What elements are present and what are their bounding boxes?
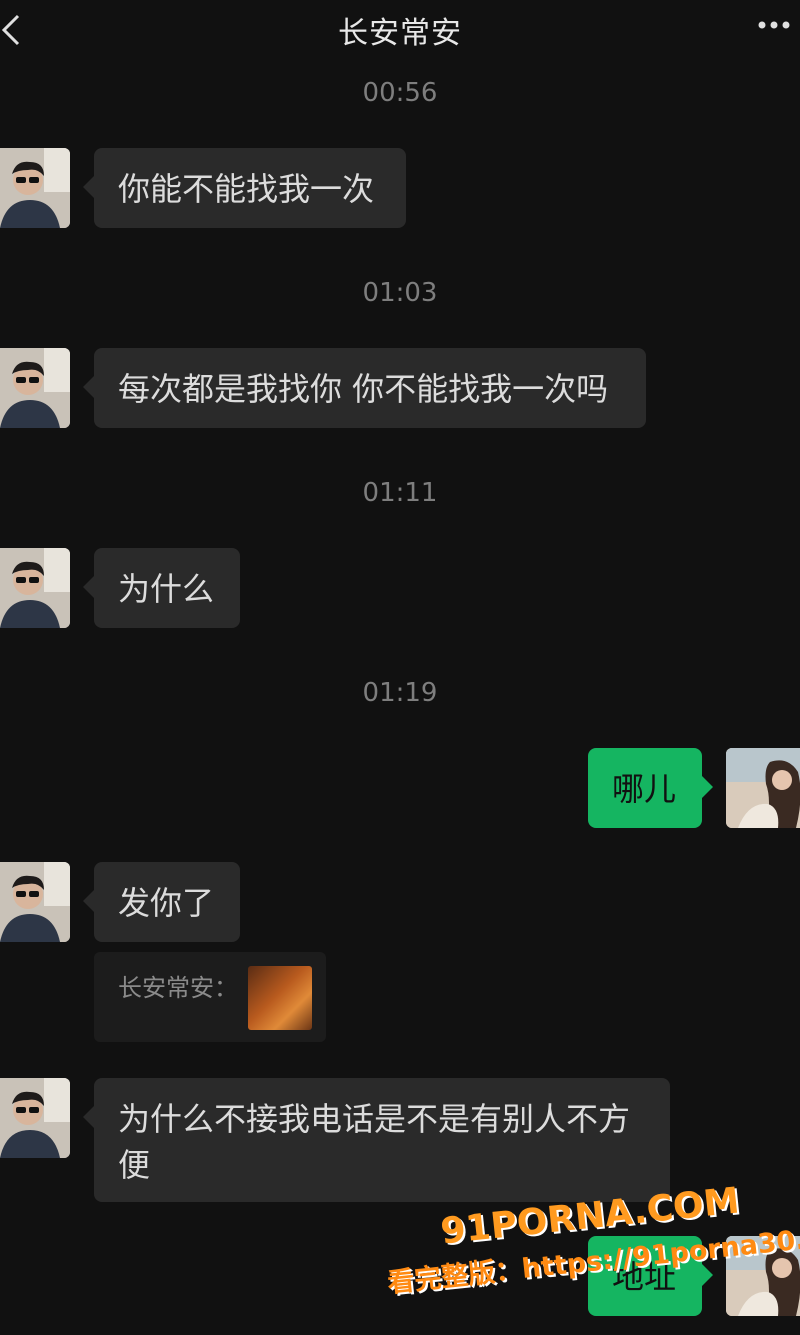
message-timestamp: 00:56 xyxy=(362,78,438,108)
quoted-message[interactable]: 长安常安： xyxy=(94,952,326,1042)
user-avatar[interactable] xyxy=(726,748,800,828)
message-timestamp: 01:03 xyxy=(362,278,438,308)
message-text: 为什么不接我电话是不是有别人不方便 xyxy=(118,1100,631,1184)
quote-sender-label: 长安常安： xyxy=(118,974,238,1002)
contact-avatar[interactable] xyxy=(0,862,70,942)
message-text: 每次都是我找你 你不能找我一次吗 xyxy=(118,370,609,408)
message-text: 为什么 xyxy=(118,570,215,608)
outgoing-message-bubble[interactable]: 哪儿 xyxy=(588,748,713,828)
incoming-message-bubble[interactable]: 发你了 xyxy=(83,862,240,942)
message-text: 哪儿 xyxy=(612,770,677,808)
message-timestamp: 01:19 xyxy=(362,678,438,708)
incoming-message-bubble[interactable]: 每次都是我找你 你不能找我一次吗 xyxy=(83,348,646,428)
message-text: 发你了 xyxy=(118,884,215,922)
quoted-image-thumbnail[interactable] xyxy=(248,966,312,1030)
incoming-message-bubble[interactable]: 为什么 xyxy=(83,548,240,628)
chat-title: 长安常安 xyxy=(338,16,462,51)
more-dots-icon[interactable] xyxy=(754,10,794,40)
contact-avatar[interactable] xyxy=(0,1078,70,1158)
contact-avatar[interactable] xyxy=(0,548,70,628)
contact-avatar[interactable] xyxy=(0,148,70,228)
incoming-message-bubble[interactable]: 你能不能找我一次 xyxy=(83,148,406,228)
incoming-message-bubble[interactable]: 为什么不接我电话是不是有别人不方便 xyxy=(83,1078,670,1202)
chat-header: 长安常安 xyxy=(0,0,800,68)
contact-avatar[interactable] xyxy=(0,348,70,428)
message-timestamp: 01:11 xyxy=(362,478,438,508)
message-text: 你能不能找我一次 xyxy=(118,170,375,208)
